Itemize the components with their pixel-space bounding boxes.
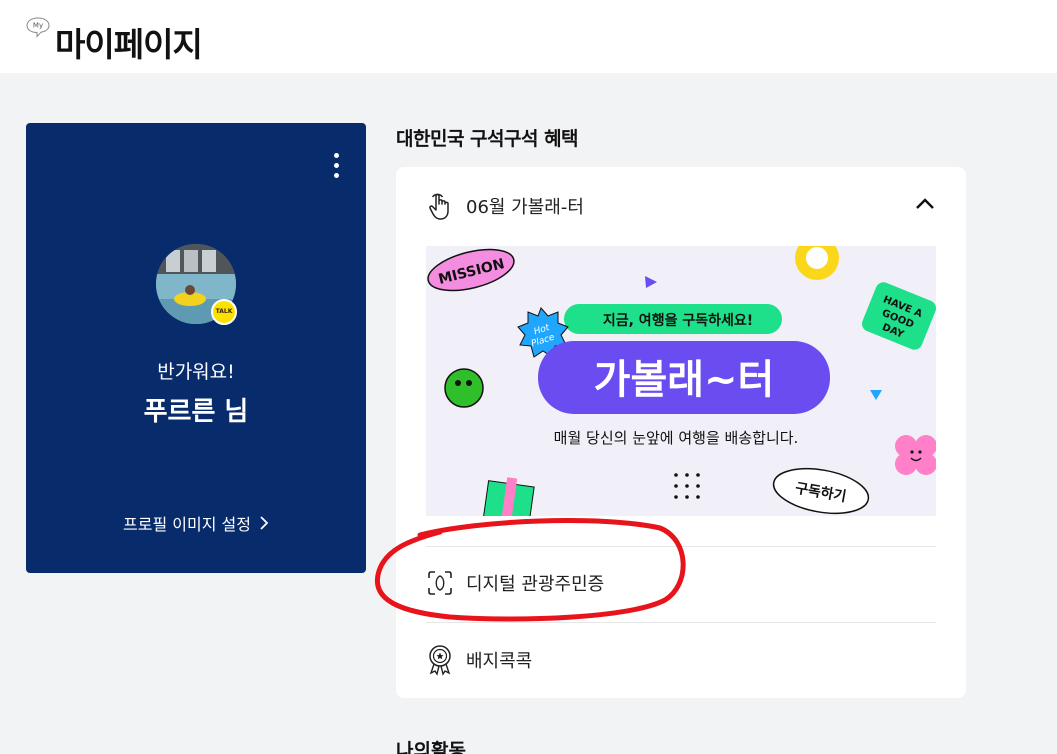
digital-tourist-id-label: 디지털 관광주민증 bbox=[466, 574, 605, 595]
user-name: 푸르른 님 bbox=[143, 397, 249, 427]
green-smiley-icon bbox=[444, 368, 484, 408]
profile-card: TALK 반가워요! 푸르른 님 프로필 이미지 설정 bbox=[26, 123, 366, 573]
gift-box-icon bbox=[482, 477, 535, 516]
svg-text:My: My bbox=[33, 22, 43, 30]
divider bbox=[426, 546, 936, 547]
svg-text:매월 당신의 눈앞에 여행을 배송합니다.: 매월 당신의 눈앞에 여행을 배송합니다. bbox=[554, 429, 799, 447]
sun-icon bbox=[795, 246, 839, 280]
tap-hand-icon bbox=[426, 191, 454, 221]
benefits-card: 06월 가볼래-터 MISSION HAVE A GOOD DAY 지금, 여행… bbox=[396, 167, 966, 698]
page-title: 마이페이지 bbox=[55, 25, 203, 64]
more-options-icon[interactable] bbox=[332, 153, 340, 183]
digital-tourist-id-item[interactable]: 디지털 관광주민증 bbox=[426, 565, 936, 601]
badge-icon bbox=[426, 645, 454, 676]
greeting-text: 반가워요! bbox=[157, 361, 235, 383]
subscription-item-label: 06월 가볼래-터 bbox=[466, 197, 584, 218]
my-speech-bubble-icon: My bbox=[26, 17, 50, 38]
svg-text:가볼래~터: 가볼래~터 bbox=[594, 357, 775, 403]
profile-setting-label: 프로필 이미지 설정 bbox=[123, 515, 251, 534]
benefits-section-title: 대한민국 구석구석 혜택 bbox=[396, 128, 579, 150]
dot-grid bbox=[674, 473, 700, 499]
kakao-talk-badge: TALK bbox=[211, 299, 237, 325]
my-activity-section-title: 나의활동 bbox=[396, 740, 466, 754]
badge-item-label: 배지콕콕 bbox=[466, 651, 533, 672]
mission-tag: MISSION bbox=[427, 248, 515, 292]
profile-image-setting-link[interactable]: 프로필 이미지 설정 bbox=[26, 511, 366, 535]
good-day-tag: HAVE A GOOD DAY bbox=[862, 282, 936, 350]
chevron-right-icon bbox=[259, 515, 269, 534]
divider bbox=[426, 622, 936, 623]
subscription-banner[interactable]: MISSION HAVE A GOOD DAY 지금, 여행을 구독하세요! H… bbox=[426, 246, 936, 516]
pink-flower-icon bbox=[895, 435, 936, 475]
subscription-item[interactable]: 06월 가볼래-터 bbox=[426, 189, 936, 223]
page-header: My 마이페이지 bbox=[0, 0, 1057, 73]
svg-text:지금, 여행을 구독하세요!: 지금, 여행을 구독하세요! bbox=[603, 312, 753, 329]
badge-item[interactable]: 배지콕콕 bbox=[426, 642, 936, 678]
chevron-up-icon[interactable] bbox=[914, 193, 936, 215]
id-scan-icon bbox=[426, 568, 454, 598]
subscribe-tag: 구독하기 bbox=[772, 467, 870, 515]
